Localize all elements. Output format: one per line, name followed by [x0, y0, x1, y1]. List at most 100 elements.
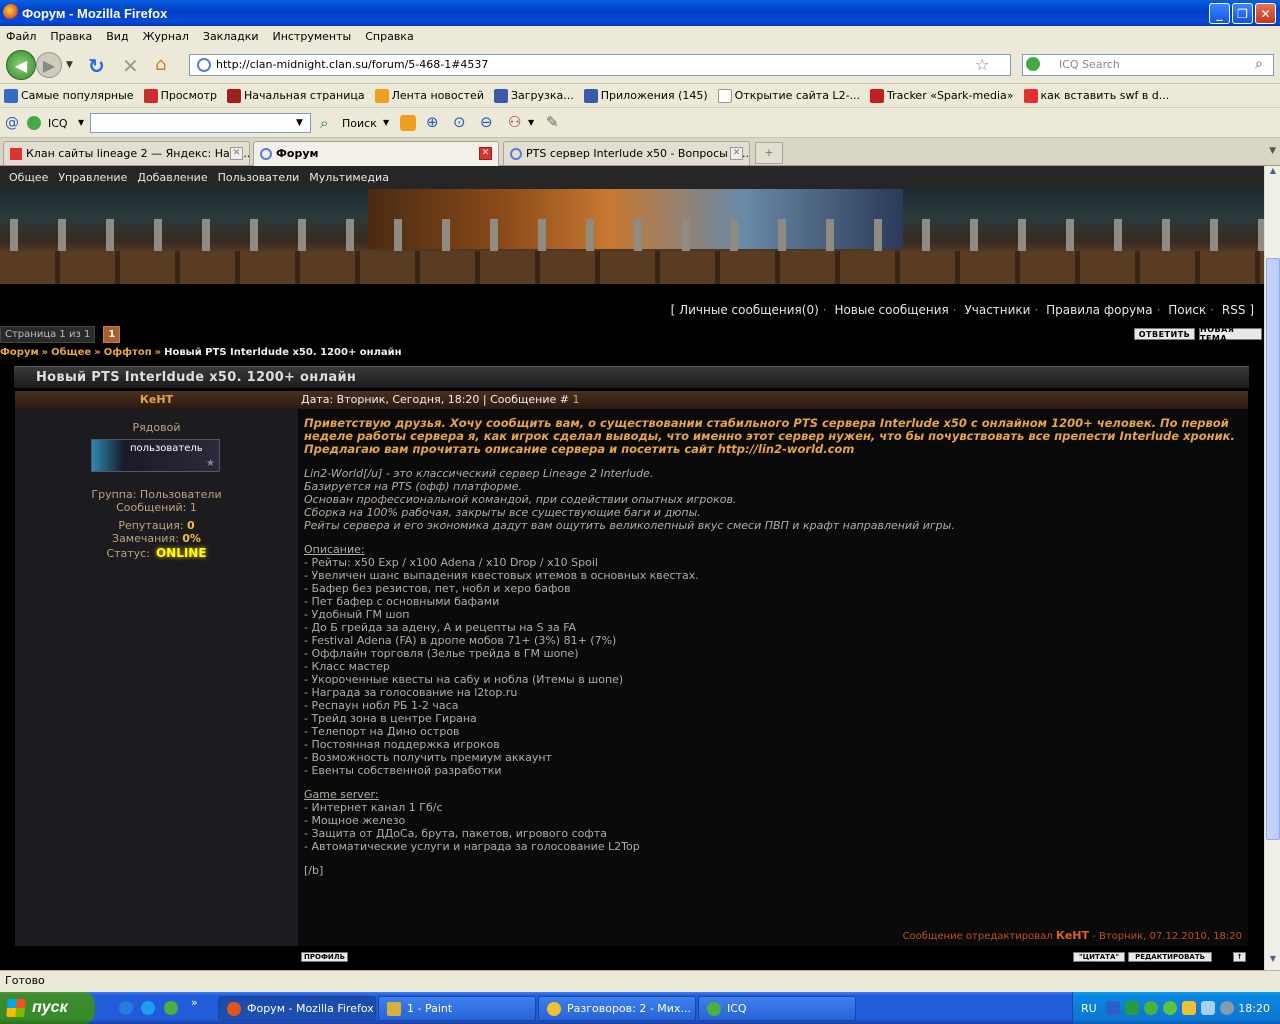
skype-icon[interactable]: [141, 1001, 155, 1015]
private-messages-link[interactable]: Личные сообщения(0): [679, 303, 819, 317]
minimize-button[interactable]: _: [1209, 3, 1230, 24]
editor-name[interactable]: КеНТ: [1056, 929, 1089, 942]
scrollbar-thumb[interactable]: [1266, 258, 1280, 840]
page-current[interactable]: 1: [103, 326, 121, 343]
zoom-tool-icon[interactable]: [400, 115, 416, 131]
start-button[interactable]: пуск: [0, 992, 95, 1024]
bookmark-item[interactable]: Приложения (145): [583, 88, 708, 103]
page-scrollbar[interactable]: ▲ ▼: [1264, 166, 1280, 970]
icq-label[interactable]: ICQ: [48, 117, 68, 130]
new-tab-button[interactable]: +: [755, 142, 783, 164]
chevron-down-icon[interactable]: ▼: [78, 118, 84, 127]
profile-button[interactable]: ПРОФИЛЬ: [301, 952, 348, 962]
icq-flower-icon[interactable]: [27, 116, 41, 130]
scroll-top-button[interactable]: ↑: [1233, 952, 1246, 962]
topnav-multimedia[interactable]: Мультимедиа: [309, 171, 389, 184]
clock[interactable]: 18:20: [1238, 1002, 1270, 1015]
reply-button[interactable]: ОТВЕТИТЬ: [1134, 328, 1195, 340]
icq-search-combo[interactable]: [90, 113, 311, 133]
tab-yandex[interactable]: Клан сайты lineage 2 — Яндекс: Наш... ✕: [3, 141, 250, 165]
menu-help[interactable]: Справка: [365, 30, 413, 43]
close-tab-icon[interactable]: ✕: [730, 147, 743, 160]
tab-forum[interactable]: Форум ✕: [253, 141, 499, 166]
tray-folder-icon[interactable]: [1182, 1001, 1196, 1015]
topnav-general[interactable]: Общее: [9, 171, 48, 184]
breadcrumb-offtop[interactable]: Оффтоп: [104, 347, 152, 358]
members-link[interactable]: Участники: [964, 303, 1030, 317]
quicklaunch-more-icon[interactable]: »: [191, 996, 198, 1009]
search-link[interactable]: Поиск: [1168, 303, 1206, 317]
topnav-add[interactable]: Добавление: [137, 171, 207, 184]
search-icon[interactable]: ⌕: [320, 114, 328, 132]
home-icon[interactable]: ⌂: [155, 54, 166, 75]
reload-icon[interactable]: ↻: [88, 54, 105, 78]
menu-tools[interactable]: Инструменты: [273, 30, 352, 43]
tab-list-icon[interactable]: ▼: [1269, 146, 1276, 156]
menu-view[interactable]: Вид: [106, 30, 128, 43]
task-paint[interactable]: 1 - Paint: [378, 996, 536, 1021]
url-input[interactable]: http://clan-midnight.clan.su/forum/5-468…: [189, 54, 1011, 76]
topnav-manage[interactable]: Управление: [58, 171, 127, 184]
language-indicator[interactable]: RU: [1081, 1002, 1097, 1015]
tray-app-icon[interactable]: [1125, 1001, 1139, 1015]
back-button[interactable]: ◀: [6, 50, 36, 80]
bookmark-item[interactable]: Открытие сайта L2-...: [717, 88, 860, 103]
post-number-link[interactable]: 1: [572, 393, 579, 406]
menu-edit[interactable]: Правка: [50, 30, 92, 43]
forum-rules-link[interactable]: Правила форума: [1046, 303, 1152, 317]
tray-app-icon[interactable]: [1106, 1001, 1120, 1015]
tray-icq-icon[interactable]: [1144, 1001, 1158, 1015]
quote-button[interactable]: "ЦИТАТА": [1073, 952, 1125, 962]
edit-button[interactable]: РЕДАКТИРОВАТЬ: [1128, 952, 1212, 962]
bookmark-item[interactable]: Просмотр: [143, 88, 217, 103]
breadcrumb-forum[interactable]: Форум: [0, 347, 39, 358]
tab-pts-server[interactable]: PTS сервер Interlude x50 - Вопросы и ...…: [503, 141, 750, 165]
menu-file[interactable]: Файл: [6, 30, 36, 43]
eraser-icon[interactable]: ✎: [546, 113, 559, 131]
search-input[interactable]: ICQ Search: [1022, 54, 1274, 76]
chevron-down-icon[interactable]: ▼: [383, 118, 389, 127]
bookmark-item[interactable]: Загрузка...: [493, 88, 574, 103]
tray-icq-icon[interactable]: [1163, 1001, 1177, 1015]
scroll-down-icon[interactable]: ▼: [1266, 954, 1280, 970]
zoom-in-icon[interactable]: ⊕: [426, 113, 439, 131]
bookmark-item[interactable]: Самые популярные: [4, 88, 134, 103]
close-button[interactable]: ✕: [1255, 3, 1276, 24]
site-identity-icon[interactable]: [197, 58, 211, 72]
topnav-users[interactable]: Пользователи: [218, 171, 300, 184]
search-go-icon[interactable]: ⌕: [1255, 56, 1263, 72]
scroll-up-icon[interactable]: ▲: [1266, 166, 1280, 182]
task-icq[interactable]: ICQ: [698, 996, 856, 1021]
task-firefox[interactable]: Форум - Mozilla Firefox: [218, 996, 376, 1021]
zoom-reset-icon[interactable]: ⊙: [453, 113, 466, 131]
rss-link[interactable]: RSS: [1222, 303, 1246, 317]
maximize-button[interactable]: ❐: [1232, 3, 1253, 24]
close-tab-icon[interactable]: ✕: [479, 147, 492, 160]
new-topic-button[interactable]: НОВАЯ ТЕМА: [1199, 325, 1262, 343]
chevron-down-icon[interactable]: ▼: [528, 118, 534, 127]
forward-button[interactable]: ▶: [36, 52, 62, 78]
bookmark-item[interactable]: Начальная страница: [227, 88, 365, 103]
zoom-out-icon[interactable]: ⊖: [480, 113, 493, 131]
tray-network-icon[interactable]: [1201, 1001, 1215, 1015]
bookmark-item[interactable]: Tracker «Spark-media»: [870, 88, 1014, 103]
stop-icon[interactable]: ✕: [122, 54, 139, 78]
tray-volume-icon[interactable]: [1220, 1001, 1234, 1015]
user-icon[interactable]: ⚇: [508, 113, 521, 131]
bookmark-item[interactable]: как вставить swf в d...: [1023, 88, 1169, 103]
bookmark-star-icon[interactable]: ☆: [975, 55, 989, 74]
ie-icon[interactable]: [119, 1001, 133, 1015]
new-messages-link[interactable]: Новые сообщения: [834, 303, 948, 317]
history-dropdown-icon[interactable]: ▼: [66, 60, 73, 70]
at-icon[interactable]: @: [5, 115, 19, 131]
breadcrumb-general[interactable]: Общее: [51, 347, 91, 358]
task-conversations[interactable]: Разговоров: 2 - Мих...: [538, 996, 696, 1021]
combo-dropdown-icon[interactable]: ▼: [296, 118, 303, 128]
bookmark-item[interactable]: Лента новостей: [374, 88, 484, 103]
close-tab-icon[interactable]: ✕: [230, 147, 243, 160]
icq-quicklaunch-icon[interactable]: [164, 1001, 178, 1015]
icq-search-engine-icon[interactable]: [1026, 57, 1040, 71]
author-name[interactable]: КеНТ: [15, 391, 298, 409]
menu-history[interactable]: Журнал: [143, 30, 189, 43]
reputation-value[interactable]: 0: [187, 519, 195, 532]
